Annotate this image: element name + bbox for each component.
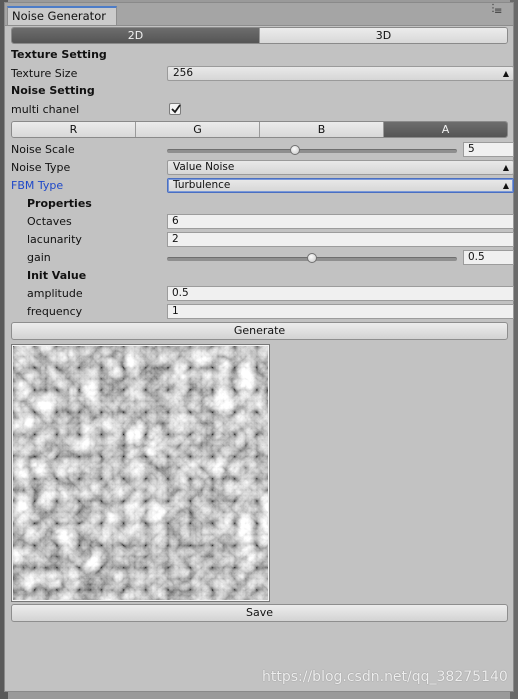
toggle-3d[interactable]: 3D [260,28,507,43]
channel-r[interactable]: R [12,122,136,137]
fbm-type-dropdown[interactable]: Turbulence ▲ [167,178,514,193]
octaves-label: Octaves [27,215,72,228]
octaves-row: Octaves 6 [11,213,514,231]
noise-setting-header: Noise Setting [11,84,95,97]
gain-label: gain [27,251,51,264]
window-tab-title: Noise Generator [12,9,106,23]
init-value-header: Init Value [27,269,87,282]
toggle-2d[interactable]: 2D [12,28,260,43]
menu-icon[interactable]: ≡ [494,6,502,17]
fbm-type-value: Turbulence [173,179,231,191]
multi-channel-checkbox[interactable] [169,103,181,115]
noise-type-value: Value Noise [173,161,235,173]
dropdown-arrow-icon: ▲ [502,69,509,78]
noise-generator-window: Noise Generator ⋮ ≡ 2D 3D Texture Settin… [4,2,514,692]
save-button[interactable]: Save [11,604,508,622]
noise-scale-slider-thumb[interactable] [289,145,300,155]
gain-field[interactable]: 0.5 [463,250,514,265]
texture-size-dropdown[interactable]: 256 ▲ [167,66,514,81]
lacunarity-field[interactable]: 2 [167,232,514,247]
frequency-field[interactable]: 1 [167,304,514,319]
dropdown-arrow-icon: ▲ [502,181,509,190]
amplitude-label: amplitude [27,287,83,300]
checkmark-icon [171,104,181,114]
amplitude-field[interactable]: 0.5 [167,286,514,301]
noise-type-dropdown[interactable]: Value Noise ▲ [167,160,514,175]
texture-setting-header: Texture Setting [11,48,107,61]
octaves-value: 6 [172,215,179,227]
noise-scale-slider-track[interactable] [167,149,457,153]
texture-size-row: Texture Size 256 ▲ [11,65,514,83]
octaves-field[interactable]: 6 [167,214,514,229]
noise-type-label: Noise Type [11,161,71,174]
lacunarity-value: 2 [172,233,179,245]
noise-type-row: Noise Type Value Noise ▲ [11,159,514,177]
fbm-type-row: FBM Type Turbulence ▲ [11,177,514,195]
fbm-type-label: FBM Type [11,179,64,192]
lacunarity-row: lacunarity 2 [11,231,514,249]
gain-slider-thumb[interactable] [307,253,317,263]
channel-g[interactable]: G [136,122,260,137]
channel-b[interactable]: B [260,122,384,137]
texture-size-label: Texture Size [11,67,78,80]
watermark-text: https://blog.csdn.net/qq_38275140 [262,669,508,685]
properties-header: Properties [27,197,92,210]
noise-texture-preview [12,345,269,601]
lacunarity-label: lacunarity [27,233,82,246]
frequency-value: 1 [172,305,179,317]
channel-selector: R G B A [11,121,508,138]
frequency-label: frequency [27,305,83,318]
channel-a[interactable]: A [384,122,507,137]
noise-scale-field[interactable]: 5 [463,142,514,157]
dropdown-arrow-icon: ▲ [502,163,509,172]
multi-channel-row: multi chanel [11,101,507,119]
noise-scale-row: Noise Scale 5 [11,141,514,159]
noise-scale-value: 5 [468,143,475,155]
gain-row: gain 0.5 [11,249,514,267]
amplitude-value: 0.5 [172,287,189,299]
dimension-toggle: 2D 3D [11,27,508,44]
noise-texture-image [13,346,268,600]
generate-button[interactable]: Generate [11,322,508,340]
texture-size-value: 256 [173,67,194,79]
frequency-row: frequency 1 [11,303,514,321]
title-bar: Noise Generator ⋮ ≡ [5,3,513,26]
gain-value: 0.5 [468,251,485,263]
window-tab[interactable]: Noise Generator [7,6,117,25]
noise-scale-label: Noise Scale [11,143,75,156]
amplitude-row: amplitude 0.5 [11,285,514,303]
multi-channel-label: multi chanel [11,103,80,116]
